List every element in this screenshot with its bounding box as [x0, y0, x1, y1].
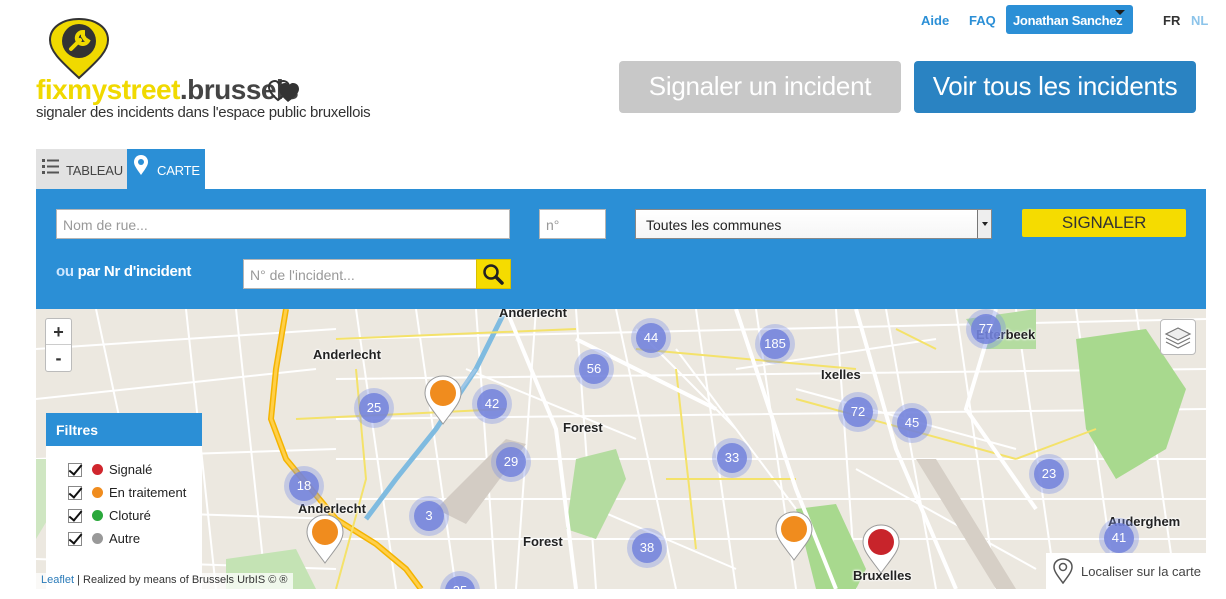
- caret-down-icon: [1115, 10, 1125, 15]
- incident-cluster[interactable]: 23: [1029, 454, 1069, 494]
- place-label: Anderlecht: [499, 309, 567, 320]
- incident-cluster[interactable]: 18: [284, 466, 324, 506]
- incident-cluster[interactable]: 42: [472, 384, 512, 424]
- zoom-out-button[interactable]: -: [46, 345, 71, 371]
- incident-cluster[interactable]: 56: [574, 349, 614, 389]
- lang-nl-link[interactable]: NL: [1191, 13, 1208, 28]
- checkbox-checked-icon[interactable]: [68, 463, 82, 477]
- incident-cluster[interactable]: 45: [892, 403, 932, 443]
- report-incident-button[interactable]: Signaler un incident: [619, 61, 901, 113]
- view-all-incidents-button[interactable]: Voir tous les incidents: [914, 61, 1196, 113]
- incident-cluster[interactable]: 77: [966, 309, 1006, 349]
- search-icon: [483, 264, 504, 285]
- map-attribution: Leaflet | Realized by means of Brussels …: [36, 573, 293, 589]
- help-link[interactable]: Aide: [921, 13, 949, 28]
- map-tiles: [36, 309, 1206, 589]
- layers-button[interactable]: [1160, 319, 1196, 355]
- place-label: Forest: [563, 420, 603, 435]
- tagline: signaler des incidents dans l'espace pub…: [36, 104, 371, 121]
- incident-cluster[interactable]: 3: [409, 496, 449, 536]
- list-icon: [42, 159, 59, 174]
- site-logo[interactable]: fixmystreet.brussels signaler des incide…: [36, 18, 376, 128]
- incident-cluster[interactable]: 29: [491, 442, 531, 482]
- incident-cluster[interactable]: 38: [627, 528, 667, 568]
- incident-marker-reported-icon[interactable]: [862, 524, 900, 574]
- map-pin-icon: [134, 155, 148, 175]
- incident-marker-in-progress-icon[interactable]: [306, 514, 344, 564]
- incident-cluster[interactable]: 25: [354, 388, 394, 428]
- place-label: Forest: [523, 534, 563, 549]
- zoom-in-button[interactable]: +: [46, 319, 71, 345]
- commune-select-value: Toutes les communes: [646, 217, 782, 233]
- checkbox-checked-icon[interactable]: [68, 486, 82, 500]
- hearts-icon: [268, 79, 299, 102]
- incident-number-input[interactable]: N° de l'incident...: [243, 259, 477, 289]
- incident-marker-in-progress-icon[interactable]: [775, 511, 813, 561]
- select-arrow-icon: [977, 210, 991, 238]
- incident-cluster[interactable]: 44: [631, 318, 671, 358]
- wrench-pin-icon: [48, 18, 110, 80]
- tab-carte-label: CARTE: [157, 163, 200, 178]
- status-dot-icon: [92, 487, 103, 498]
- filters-panel: Filtres Signalé En traitement Cloturé Au…: [46, 413, 202, 589]
- status-dot-icon: [92, 533, 103, 544]
- street-name-input[interactable]: Nom de rue...: [56, 209, 510, 239]
- status-dot-icon: [92, 510, 103, 521]
- tab-carte[interactable]: CARTE: [127, 149, 205, 189]
- tab-tableau[interactable]: TABLEAU: [36, 149, 127, 189]
- incident-cluster[interactable]: 33: [712, 438, 752, 478]
- incident-cluster[interactable]: 41: [1099, 518, 1139, 558]
- incident-cluster[interactable]: 72: [838, 392, 878, 432]
- incident-marker-in-progress-icon[interactable]: [424, 375, 462, 425]
- incident-map[interactable]: Anderlecht Anderlecht Anderlecht Forest …: [36, 309, 1206, 589]
- incident-cluster[interactable]: 185: [755, 324, 795, 364]
- place-label: Anderlecht: [313, 347, 381, 362]
- commune-select[interactable]: Toutes les communes: [635, 209, 992, 239]
- locate-on-map-button[interactable]: Localiser sur la carte: [1046, 553, 1206, 589]
- layers-icon: [1164, 327, 1192, 349]
- leaflet-link[interactable]: Leaflet: [41, 574, 74, 586]
- location-pin-icon: [1053, 558, 1073, 584]
- lang-fr-link[interactable]: FR: [1163, 13, 1180, 28]
- status-dot-icon: [92, 464, 103, 475]
- house-number-input[interactable]: n°: [539, 209, 606, 239]
- user-name: Jonathan Sanchez: [1013, 13, 1123, 28]
- faq-link[interactable]: FAQ: [969, 13, 996, 28]
- incident-number-label: ou par Nr d'incident: [56, 263, 192, 280]
- logo-wordmark: fixmystreet.brussels: [36, 74, 299, 105]
- place-label: Ixelles: [821, 367, 861, 382]
- zoom-control: + -: [45, 318, 72, 372]
- signal-search-button[interactable]: SIGNALER: [1022, 209, 1186, 237]
- attribution-text: | Realized by means of Brussels UrbIS © …: [77, 574, 288, 586]
- tab-tableau-label: TABLEAU: [66, 163, 123, 178]
- checkbox-checked-icon[interactable]: [68, 509, 82, 523]
- search-panel: Nom de rue... n° Toutes les communes SIG…: [36, 189, 1206, 309]
- search-button[interactable]: [476, 259, 511, 289]
- user-menu-button[interactable]: Jonathan Sanchez: [1006, 5, 1133, 34]
- page: fixmystreet.brussels signaler des incide…: [0, 0, 1226, 599]
- filters-title: Filtres: [46, 413, 202, 446]
- checkbox-checked-icon[interactable]: [68, 532, 82, 546]
